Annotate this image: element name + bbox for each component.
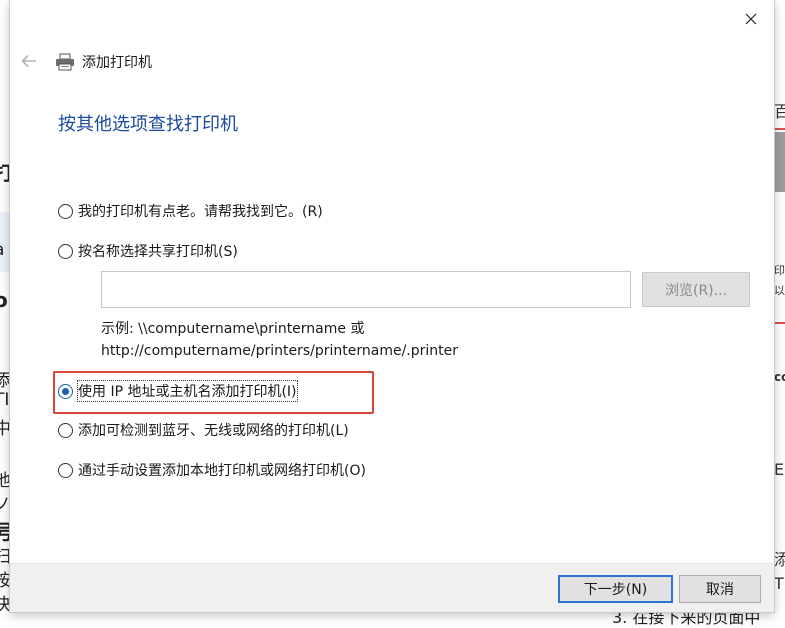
close-button[interactable] xyxy=(728,0,774,38)
bg-text: 以 xyxy=(774,284,785,297)
option-bluetooth-wireless[interactable]: 添加可检测到蓝牙、无线或网络的打印机(L) xyxy=(58,420,349,440)
bg-text: 印 xyxy=(774,264,785,277)
page-heading: 按其他选项查找打印机 xyxy=(58,114,238,135)
dialog-header: 添加打印机 xyxy=(10,38,774,86)
dialog-title: 添加打印机 xyxy=(82,55,152,71)
next-button[interactable]: 下一步(N) xyxy=(558,575,673,603)
bg-text: TI xyxy=(0,390,10,410)
radio-button-selected[interactable] xyxy=(58,383,73,399)
cancel-button[interactable]: 取消 xyxy=(679,575,761,603)
back-arrow-icon xyxy=(21,53,37,72)
bg-text: o xyxy=(0,288,8,312)
add-printer-dialog: 添加打印机 按其他选项查找打印机 我的打印机有点老。请帮我找到它。(R) 按名称… xyxy=(10,0,774,612)
bg-text: 添 xyxy=(774,550,785,569)
browse-button[interactable]: 浏览(R)... xyxy=(642,272,750,307)
radio-button[interactable] xyxy=(58,203,73,219)
back-button[interactable] xyxy=(12,45,46,79)
example-text: 示例: \\computername\printername 或 http://… xyxy=(101,318,458,362)
dialog-footer: 下一步(N) 取消 xyxy=(10,563,774,612)
radio-button[interactable] xyxy=(58,422,73,438)
bg-text: E xyxy=(774,460,785,479)
close-icon xyxy=(745,10,757,29)
option-label: 添加可检测到蓝牙、无线或网络的打印机(L) xyxy=(78,423,349,439)
option-shared-printer[interactable]: 按名称选择共享打印机(S) xyxy=(58,241,238,261)
bg-text: a xyxy=(0,240,4,260)
radio-button[interactable] xyxy=(58,462,73,478)
option-label: 使用 IP 地址或主机名添加打印机(I) xyxy=(77,380,298,402)
bg-text: TI xyxy=(774,574,785,593)
option-label: 我的打印机有点老。请帮我找到它。(R) xyxy=(78,204,323,220)
example-line: 示例: \\computername\printername 或 xyxy=(101,321,365,337)
option-old-printer[interactable]: 我的打印机有点老。请帮我找到它。(R) xyxy=(58,201,323,221)
option-ip-address[interactable]: 使用 IP 地址或主机名添加打印机(I) xyxy=(58,380,298,402)
example-line: http://computername/printers/printername… xyxy=(101,343,459,359)
printer-icon xyxy=(54,51,76,73)
share-name-input[interactable] xyxy=(101,271,631,308)
bg-text: co xyxy=(774,370,785,384)
option-label: 按名称选择共享打印机(S) xyxy=(78,244,238,260)
radio-button[interactable] xyxy=(58,243,73,259)
bg-text: 百 xyxy=(774,102,785,121)
option-label: 通过手动设置添加本地打印机或网络打印机(O) xyxy=(78,463,366,479)
option-manual-settings[interactable]: 通过手动设置添加本地打印机或网络打印机(O) xyxy=(58,460,366,480)
